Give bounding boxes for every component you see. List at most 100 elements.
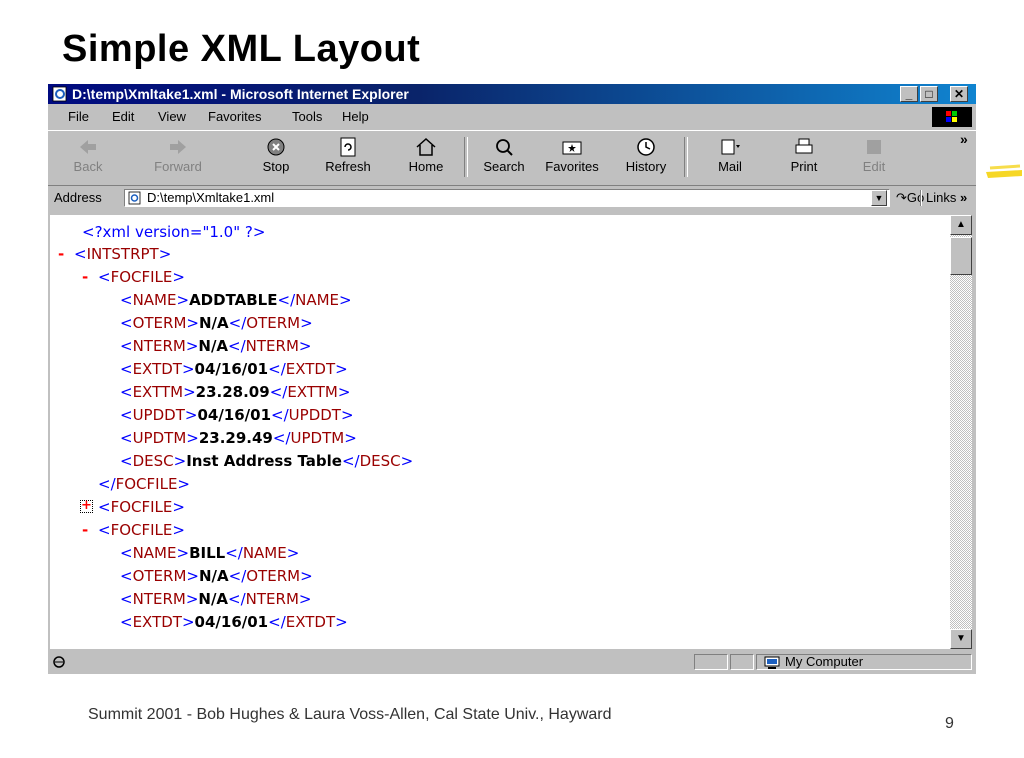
menu-file[interactable]: File [68,106,89,128]
address-dropdown-button[interactable]: ▼ [871,190,887,206]
focfile-1-close-tag: </FOCFILE> [98,475,190,493]
mail-button[interactable]: Mail [700,135,760,174]
menu-tools[interactable]: Tools [292,106,322,128]
focfile-tag-name: FOCFILE [115,475,178,493]
standard-toolbar: Back Forward Stop Refresh Home Search Fa… [48,130,976,186]
zone-label: My Computer [785,654,864,669]
refresh-icon [340,137,356,157]
stop-label: Stop [262,159,290,174]
search-icon [496,139,513,156]
xml-declaration-text: <?xml version="1.0" ?> [82,223,266,241]
menu-favorites[interactable]: Favorites [208,106,261,128]
home-button[interactable]: Home [396,135,456,174]
maximize-button[interactable]: □ [920,86,938,102]
toolbar-separator [684,137,688,177]
focfile-tag-name: FOCFILE [110,268,173,286]
stop-icon [267,138,285,156]
collapse-root-toggle[interactable]: - [58,245,64,263]
xml-element-extdt: <EXTDT>04/16/01</EXTDT> [120,613,348,631]
stop-button[interactable]: Stop [246,135,306,174]
browser-window: D:\temp\Xmltake1.xml - Microsoft Interne… [48,84,976,674]
vertical-scrollbar[interactable]: ▲ ▼ [950,215,972,649]
xml-content-pane[interactable]: <?xml version="1.0" ?> - <INTSTRPT> - <F… [50,215,950,649]
xml-declaration: <?xml version="1.0" ?> [82,223,265,241]
links-label: Links [926,190,957,205]
xml-element-nterm: <NTERM>N/A</NTERM> [120,337,312,355]
favorites-button[interactable]: Favorites [542,135,602,174]
xml-element-desc: <DESC>Inst Address Table</DESC> [120,452,414,470]
print-label: Print [790,159,818,174]
zone-pane: My Computer [756,654,972,670]
address-bar: Address D:\temp\Xmltake1.xml ▼ ↷Go Links… [48,187,976,209]
oterm-value: N/A [198,314,229,332]
search-button[interactable]: Search [474,135,534,174]
forward-button[interactable]: Forward [148,135,208,174]
forward-label: Forward [154,159,202,174]
address-separator [920,190,922,206]
address-label: Address [54,190,102,205]
name-value: ADDTABLE [189,291,278,309]
menu-bar: File Edit View Favorites Tools Help [48,106,976,128]
minimize-button[interactable]: _ [900,86,918,102]
scroll-up-button[interactable]: ▲ [950,215,972,235]
toolbar-separator [464,137,468,177]
favorites-label: Favorites [545,159,599,174]
nterm-value: N/A [198,590,229,608]
search-label: Search [483,159,525,174]
collapse-focfile-1-toggle[interactable]: - [82,268,88,286]
name-value: BILL [189,544,226,562]
expand-focfile-2-toggle[interactable]: + [80,499,93,513]
menu-help[interactable]: Help [342,106,369,128]
xml-element-name: <NAME>ADDTABLE</NAME> [120,291,352,309]
windows-flag-icon [946,111,957,122]
updtm-value: 23.29.49 [198,429,273,447]
exttm-value: 23.28.09 [195,383,270,401]
focfile-tag-name: FOCFILE [110,521,173,539]
printer-icon [795,138,813,154]
xml-element-upddt: <UPDDT>04/16/01</UPDDT> [120,406,354,424]
extdt-value: 04/16/01 [194,360,269,378]
history-button[interactable]: History [616,135,676,174]
edit-button[interactable]: Edit [844,135,904,174]
highlighter-stroke-decoration [986,164,1022,178]
scroll-down-button[interactable]: ▼ [950,629,972,649]
mail-icon [721,139,740,155]
window-title: D:\temp\Xmltake1.xml - Microsoft Interne… [72,86,409,102]
xml-element-updtm: <UPDTM>23.29.49</UPDTM> [120,429,357,447]
xml-element-nterm: <NTERM>N/A</NTERM> [120,590,312,608]
xml-element-oterm: <OTERM>N/A</OTERM> [120,567,313,585]
xml-element-oterm: <OTERM>N/A</OTERM> [120,314,313,332]
desc-value: Inst Address Table [186,452,342,470]
close-button[interactable]: ✕ [950,86,968,102]
nterm-value: N/A [198,337,229,355]
oterm-value: N/A [198,567,229,585]
refresh-label: Refresh [325,159,371,174]
slide-title: Simple XML Layout [62,28,421,70]
refresh-button[interactable]: Refresh [318,135,378,174]
links-button[interactable]: Links » [926,187,967,209]
focfile-3-open-tag: <FOCFILE> [98,521,185,539]
toolbar-overflow-chevron[interactable]: » [960,131,968,147]
focfile-2-collapsed-tag: <FOCFILE> [98,498,185,516]
slide-footer: Summit 2001 - Bob Hughes & Laura Voss-Al… [88,706,612,723]
focfile-1-open-tag: <FOCFILE> [98,268,185,286]
home-icon [416,137,436,156]
menu-view[interactable]: View [158,106,186,128]
focfile-tag-name: FOCFILE [110,498,173,516]
ie-document-icon [52,86,67,102]
history-label: History [625,159,667,174]
scroll-thumb[interactable] [950,237,972,275]
xml-element-name: <NAME>BILL</NAME> [120,544,300,562]
back-button[interactable]: Back [58,135,118,174]
go-arrow-icon: ↷ [896,190,907,205]
address-input[interactable]: D:\temp\Xmltake1.xml ▼ [124,189,890,207]
windows-logo-icon [932,107,972,127]
collapse-focfile-3-toggle[interactable]: - [82,521,88,539]
ie-status-icon [53,656,65,668]
print-button[interactable]: Print [774,135,834,174]
favorites-folder-icon [562,141,582,155]
edit-label: Edit [862,159,886,174]
status-pane [730,654,754,670]
menu-edit[interactable]: Edit [112,106,134,128]
window-titlebar[interactable]: D:\temp\Xmltake1.xml - Microsoft Interne… [48,84,976,104]
